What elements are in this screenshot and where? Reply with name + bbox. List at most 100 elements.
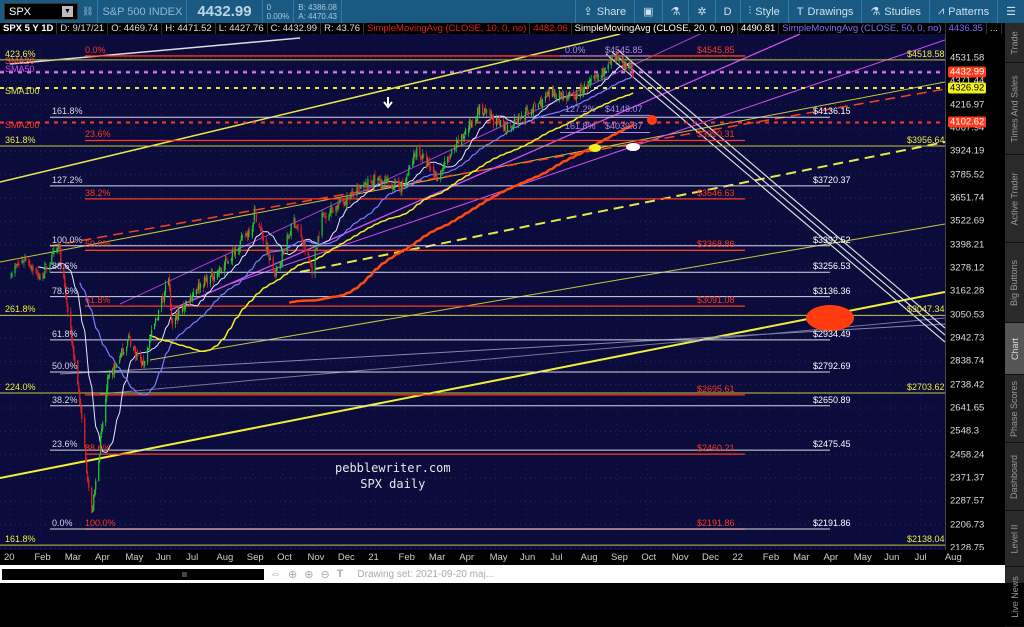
toolbar-button-share[interactable]: ⇪ Share [574,0,635,23]
study-label[interactable]: SimpleMovingAvg (CLOSE, 20, 0, no) [572,23,738,34]
candle [17,258,19,267]
candle [456,137,458,153]
time-label: May [853,552,872,563]
crosshair-icon[interactable]: ⊕ [288,568,297,581]
zoom-in-icon[interactable]: ⊕ [304,568,313,581]
time-label: Mar [64,552,82,563]
toolbar-button-drawings[interactable]: T Drawings [787,0,862,23]
candle [360,184,362,190]
candle [122,343,124,357]
candle [255,211,257,223]
fib-price-label: $4136.15 [813,106,851,117]
fib-pct-label: 61.8% [52,328,78,339]
price-label: 4216.97 [950,99,985,111]
pct-change: 0.00% [266,11,290,21]
tab-dashboard[interactable]: Dashboard [1005,443,1024,511]
sma-label: SMA100 [5,86,40,96]
candle [316,247,318,252]
price-axis[interactable]: 4531.58 4371.44 4216.97 4067.94 3924.19 3785.… [945,34,1005,554]
candle [554,89,556,100]
candle [290,223,292,240]
price-label: 3278.12 [950,262,985,274]
toolbar-button-flask[interactable]: ⚗ [661,0,689,23]
fib-pct-label: 0.0% [85,44,106,55]
candle [99,453,101,464]
toolbar-button-patterns[interactable]: ⩘ Patterns [928,0,997,23]
target-marker [806,305,854,331]
fib-levels [0,55,945,546]
link-icon[interactable]: ⛓ [82,6,93,17]
symbol-value: SPX [9,5,32,18]
tab-chart[interactable]: Chart [1005,323,1024,375]
candle [367,175,369,188]
candle [339,198,341,205]
price-label: 2738.42 [950,379,985,391]
text-icon[interactable]: T [337,568,344,581]
study-label[interactable]: SimpleMovingAvg (CLOSE, 10, 0, no) [364,23,531,34]
time-label: Apr [823,552,839,563]
study-label[interactable]: SimpleMovingAvg (CLOSE, 50, 0, no) [779,23,946,34]
patterns-icon: ⩘ [937,5,945,17]
fib-price-label: $3646.63 [697,187,735,198]
more-studies[interactable]: ... [987,23,1002,34]
style-icon: ⫶ [748,5,752,17]
toolbar-button-d[interactable]: D [714,0,740,23]
tab-label: Phase Scores [1009,380,1020,437]
study-legend: SimpleMovingAvg (CLOSE, 10, 0, no) 4482.0… [364,23,987,34]
toolbar-button-alert[interactable]: ▣ [634,0,661,23]
price-label: 2206.73 [950,519,985,531]
time-label: Jul [550,552,563,563]
candle [321,209,323,239]
tab-active-trader[interactable]: Active Trader [1005,155,1024,243]
bottom-bar: ⇔ ⊕ ⊕ ⊖ T Drawing set: 2021-09-20 maj... [0,565,1005,583]
symbol-selector[interactable]: SPX ▼ [4,3,78,20]
toolbar-button-style[interactable]: ⫶ Style [739,0,788,23]
tab-label: Live News [1009,575,1020,618]
price-label: 2942.73 [950,332,985,344]
tab-trade[interactable]: Trade [1005,23,1024,63]
time-label: Aug [580,552,598,563]
candle [213,271,215,283]
scroll-thumb[interactable] [182,571,187,577]
time-label: Feb [34,552,51,563]
candle [328,213,330,221]
toolbar-button-studies[interactable]: ⚗ Studies [861,0,929,23]
candle [342,198,344,205]
fib-pct-label: 161.8% [52,106,83,117]
moving-averages [37,62,634,453]
bar-range: R: 43.76 [321,23,365,34]
fib-pct-label: 78.6% [52,285,78,296]
tab-label: Active Trader [1009,171,1020,226]
horizontal-scrollbar[interactable] [2,568,264,580]
candle [471,120,473,129]
candle [413,149,415,165]
candle [260,222,262,231]
tab-big-buttons[interactable]: Big Buttons [1005,243,1024,323]
tab-label: Dashboard [1009,454,1020,499]
grid [0,34,945,550]
candle [28,258,30,268]
sma-100-line [149,92,634,353]
candle [216,269,218,281]
candle [79,389,81,406]
tab-level-ii[interactable]: Level II [1005,511,1024,567]
price-chart[interactable]: 0.0% $4545.85 23.6% $3990.31 38.2% $3646.63 50… [0,34,945,550]
tab-times-and-sales[interactable]: Times And Sales [1005,63,1024,155]
fib-pct-label: 88.6% [85,443,111,454]
drawing-set-selector[interactable]: Drawing set: 2021-09-20 maj... [357,569,494,580]
time-axis[interactable]: 20 Feb Mar Apr May Jun Jul Aug Sep Oct Nov Dec 21 Feb… [0,550,1005,565]
tab-phase-scores[interactable]: Phase Scores [1005,375,1024,443]
toolbar-button-menu[interactable]: ☰ [997,0,1024,23]
pan-icon[interactable]: ⇔ [270,568,281,581]
candle [308,253,310,261]
fib-price-label: $3047.34 [907,304,945,315]
chevron-down-icon[interactable]: ▼ [62,6,73,17]
chart-canvas[interactable] [0,34,945,550]
alert-icon: ▣ [643,6,654,18]
toolbar-button-gear[interactable]: ✲ [688,0,714,23]
tab-live-news[interactable]: Live News [1005,567,1024,627]
fib-price-label: $3136.36 [813,285,851,296]
tab-label: Times And Sales [1009,74,1020,143]
zoom-out-icon[interactable]: ⊖ [320,568,329,581]
menu-icon: ☰ [1006,6,1016,18]
